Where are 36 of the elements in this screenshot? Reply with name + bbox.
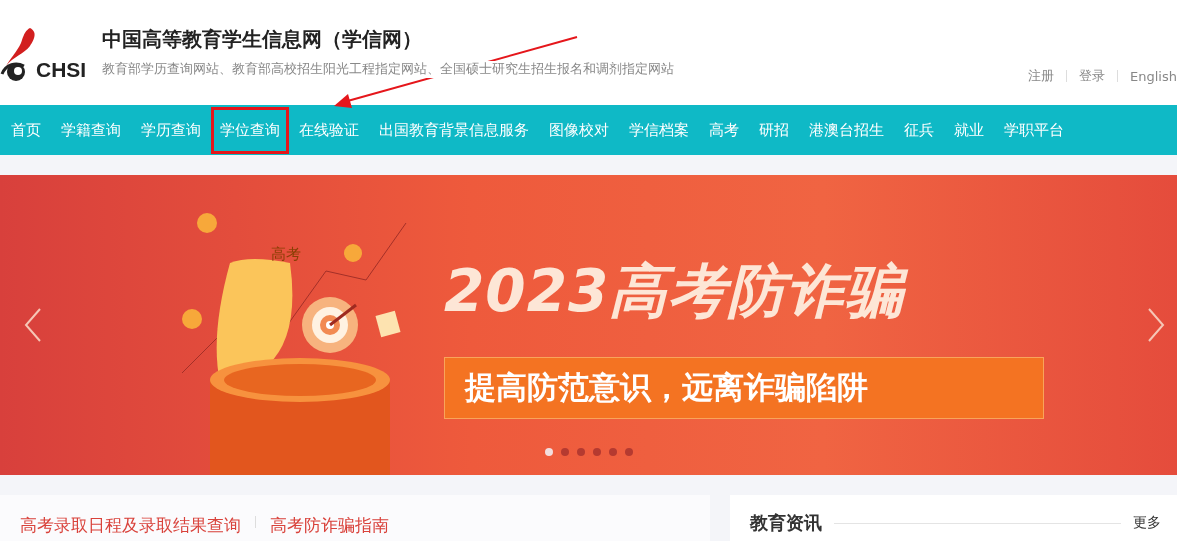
- nav-item[interactable]: 学位查询: [211, 106, 289, 154]
- shield-label: 高考: [271, 245, 301, 264]
- nav-item[interactable]: 研招: [750, 106, 798, 154]
- nav-item[interactable]: 图像校对: [540, 106, 618, 154]
- nav-item[interactable]: 高考: [700, 106, 748, 154]
- next-arrow-button[interactable]: [1145, 307, 1167, 343]
- header-link[interactable]: 登录: [1079, 67, 1106, 85]
- nav-item[interactable]: 学职平台: [995, 106, 1073, 154]
- carousel-dot[interactable]: [593, 448, 601, 456]
- banner-tagline: 提高防范意识，远离诈骗陷阱: [444, 357, 1044, 419]
- carousel-dot[interactable]: [625, 448, 633, 456]
- more-link[interactable]: 更多: [1133, 514, 1161, 532]
- news-link[interactable]: 高考录取日程及录取结果查询: [20, 514, 241, 536]
- nav-item[interactable]: 学历查询: [132, 106, 210, 154]
- banner-headline: 2023高考防诈骗: [444, 253, 1044, 331]
- site-subtitle: 教育部学历查询网站、教育部高校招生阳光工程指定网站、全国硕士研究生招生报名和调剂指定网站: [102, 61, 674, 78]
- header-link[interactable]: English: [1130, 68, 1177, 84]
- section-title: 教育资讯: [750, 511, 822, 535]
- nav-item[interactable]: 学信档案: [620, 106, 698, 154]
- nav-item[interactable]: 首页: [2, 106, 50, 154]
- previous-arrow-button[interactable]: [22, 307, 44, 343]
- logo-text: CHSI: [36, 58, 87, 82]
- carousel-dot[interactable]: [561, 448, 569, 456]
- nav-item[interactable]: 就业: [945, 106, 993, 154]
- news-link[interactable]: 高考防诈骗指南: [270, 514, 389, 536]
- site-title: 中国高等教育学生信息网（学信网）: [102, 26, 423, 53]
- carousel-dot[interactable]: [577, 448, 585, 456]
- nav-item[interactable]: 征兵: [895, 106, 943, 154]
- carousel-dot[interactable]: [609, 448, 617, 456]
- carousel-dot[interactable]: [545, 448, 553, 456]
- site-logo[interactable]: CHSI: [0, 26, 100, 82]
- nav-item[interactable]: 出国教育背景信息服务: [370, 106, 538, 154]
- nav-item[interactable]: 学籍查询: [52, 106, 130, 154]
- nav-item[interactable]: 在线验证: [290, 106, 368, 154]
- header-link[interactable]: 注册: [1028, 67, 1055, 85]
- nav-item[interactable]: 港澳台招生: [800, 106, 893, 154]
